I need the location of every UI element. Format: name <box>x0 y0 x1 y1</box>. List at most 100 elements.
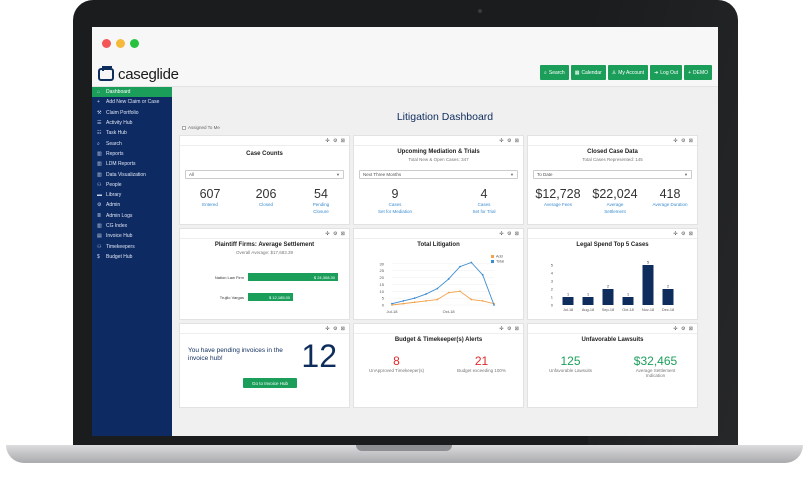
bar-row[interactable]: Trujilo Vargas $ 12,185.00 <box>200 293 294 301</box>
bar[interactable]: $ 24,308.30 <box>248 273 338 281</box>
stat-unapproved-timekeepers[interactable]: 8 UnApproved Timekeeper(s) <box>354 354 439 373</box>
sidebar-item-cg-index[interactable]: ▥ CG Index <box>92 221 172 231</box>
data-point <box>413 301 416 304</box>
y-tick-label: 4 <box>551 271 554 276</box>
card-tools[interactable]: ✣ ⚙ ⊠ <box>499 231 520 237</box>
sidebar-item-label: People <box>106 181 122 188</box>
card-tools[interactable]: ✣ ⚙ ⊠ <box>325 138 346 144</box>
stat-number: 54 <box>314 187 328 201</box>
nav-button-label: Log Out <box>660 69 679 76</box>
bar-label: Trujilo Vargas <box>219 294 244 300</box>
card-subtitle: Total Cases Represented: 145 <box>582 157 643 162</box>
sidebar-item-dashboard[interactable]: ⌂ Dashboard <box>92 87 172 98</box>
y-tick-label: 15 <box>380 282 385 287</box>
card-tools[interactable]: ✣ ⚙ ⊠ <box>673 231 694 237</box>
sidebar-item-label: Admin <box>106 202 121 209</box>
mediation-range-select[interactable]: Next Three Months ▼ <box>359 170 518 179</box>
bar[interactable]: $ 12,185.00 <box>248 293 294 301</box>
camera <box>478 9 482 13</box>
user-icon: ♙ <box>611 69 617 76</box>
maximize-window-button[interactable] <box>130 39 139 48</box>
calendar-icon: ▦ <box>574 69 580 76</box>
card-title: Unfavorable Lawsuits <box>581 337 644 343</box>
stat-label: Cases <box>477 202 491 207</box>
bar-value: $ 24,308.30 <box>313 274 335 280</box>
sidebar-item-timekeepers[interactable]: ⚇ Timekeepers <box>92 241 172 251</box>
sidebar-item-label: Timekeepers <box>106 243 135 250</box>
sidebar-item-claim-portfolio[interactable]: ⚒ Claim Portfolio <box>92 108 172 118</box>
people-icon: ⚇ <box>97 243 102 250</box>
stat-closed[interactable]: 206 Closed <box>242 187 290 208</box>
close-window-button[interactable] <box>102 39 111 48</box>
stat-label: Unfavorable Lawsuits <box>548 368 593 373</box>
minimize-window-button[interactable] <box>116 39 125 48</box>
data-point <box>470 298 473 301</box>
stat-average-settlement-indication[interactable]: $32,465 Average Settlement Indication <box>613 354 698 378</box>
chevron-down-icon: ▼ <box>684 172 688 177</box>
list-icon: ☰ <box>97 120 102 127</box>
sidebar-item-search[interactable]: ⌕ Search <box>92 138 172 148</box>
closed-range-select[interactable]: To Date ▼ <box>533 170 692 179</box>
card-tools[interactable]: ✣ ⚙ ⊠ <box>673 138 694 144</box>
sidebar-item-activity-hub[interactable]: ☰ Activity Hub <box>92 118 172 128</box>
stat-average-duration[interactable]: 418 Average Duration <box>642 187 698 208</box>
line-chart[interactable]: 0 5 10 15 20 25 30 Jul-18 Oct-18 AddTotal <box>354 249 523 319</box>
sidebar-item-data-visualization[interactable]: ▥ Data Visualization <box>92 169 172 179</box>
home-icon: ⌂ <box>97 89 101 96</box>
card-tools[interactable]: ✣ ⚙ ⊠ <box>499 326 520 332</box>
sidebar-item-library[interactable]: ▬ Library <box>92 190 172 200</box>
sidebar-item-people[interactable]: ⚇ People <box>92 180 172 190</box>
nav-button-search[interactable]: ⌕ Search <box>540 65 569 80</box>
card-tools[interactable]: ✣ ⚙ ⊠ <box>499 138 520 144</box>
assigned-label: Assigned To Me <box>188 125 220 130</box>
logo[interactable]: caseglide <box>98 65 179 83</box>
checkbox-box[interactable] <box>182 125 186 130</box>
sidebar-item-admin-logs[interactable]: ≣ Admin Logs <box>92 211 172 221</box>
logo-text: caseglide <box>118 65 179 83</box>
sidebar-item-invoice-hub[interactable]: ▤ Invoice Hub <box>92 231 172 241</box>
sidebar-item-label: CG Index <box>106 223 128 229</box>
closed-case-data-card: ✣ ⚙ ⊠ Closed Case Data Total Cases Repre… <box>527 135 698 225</box>
card-tools[interactable]: ✣ ⚙ ⊠ <box>673 326 694 332</box>
nav-button-log-out[interactable]: ➜ Log Out <box>650 65 683 80</box>
card-title: Case Counts <box>246 151 283 157</box>
stat-budget-exceeding[interactable]: 21 Budget exceeding 100% <box>439 354 524 373</box>
card-tools[interactable]: ✣ ⚙ ⊠ <box>325 326 346 332</box>
sidebar-item-add-new-claim-or-case[interactable]: + Add New Claim or Case <box>92 97 172 107</box>
stat-average-settlement[interactable]: $22,024 Average Settlement <box>585 187 645 215</box>
sidebar-item-admin[interactable]: ⚙ Admin <box>92 200 172 210</box>
stat-number: 206 <box>255 187 277 201</box>
sidebar-item-reports[interactable]: ▥ Reports <box>92 149 172 159</box>
y-tick-label: 20 <box>380 275 385 280</box>
stat-mediation[interactable]: 9 Cases Set for Mediation <box>360 187 430 215</box>
stat-pending-closure[interactable]: 54 Pending Closure <box>297 187 345 215</box>
bar-data-label: 1 <box>627 293 629 297</box>
sidebar-item-task-hub[interactable]: ☷ Task Hub <box>92 128 172 138</box>
nav-button-demo[interactable]: + DEMO <box>684 65 712 80</box>
nav-button-label: Calendar <box>581 69 602 76</box>
card-tools[interactable]: ✣ ⚙ ⊠ <box>325 231 346 237</box>
stat-label: Pending Closure <box>312 202 330 214</box>
bar-chart[interactable]: 0 1 2 3 4 5 1 Jul-18 1 Aug-18 2 Sep-18 1 Oct-18 5 Nov-1… <box>528 249 697 319</box>
sidebar-item-budget-hub[interactable]: $ Budget Hub <box>92 252 172 262</box>
go-to-invoice-hub-button[interactable]: Go to Invoice Hub <box>243 378 297 388</box>
stat-average-fees[interactable]: $12,728 Average Fees <box>528 187 588 208</box>
bar-data-label: 1 <box>587 293 589 297</box>
case-filter-select[interactable]: All ▼ <box>185 170 344 179</box>
stat-number: $32,465 <box>633 354 678 368</box>
stat-trial[interactable]: 4 Cases Set for Trial <box>449 187 519 215</box>
assigned-to-me-checkbox[interactable]: Assigned To Me <box>182 125 220 130</box>
nav-button-label: Search <box>548 69 565 76</box>
total-litigation-card: ✣ ⚙ ⊠ Total Litigation 0 5 10 15 20 25 30 Jul-1… <box>353 228 524 320</box>
legend-label: Total <box>496 260 504 264</box>
nav-button-my-account[interactable]: ♙ My Account <box>607 65 649 80</box>
data-point <box>413 297 416 300</box>
stat-label: Budget exceeding 100% <box>457 368 506 373</box>
bar-label: Nation Law Firm <box>214 274 244 280</box>
bar-row[interactable]: Nation Law Firm $ 24,308.30 <box>200 273 338 281</box>
stat-unfavorable-lawsuits[interactable]: 125 Unfavorable Lawsuits <box>528 354 613 373</box>
nav-button-calendar[interactable]: ▦ Calendar <box>570 65 606 80</box>
stat-label: UnApproved Timekeeper(s) <box>368 368 425 373</box>
sidebar-item-ldm-reports[interactable]: ▥ LDM Reports <box>92 159 172 169</box>
stat-entered[interactable]: 607 Entered <box>186 187 234 208</box>
